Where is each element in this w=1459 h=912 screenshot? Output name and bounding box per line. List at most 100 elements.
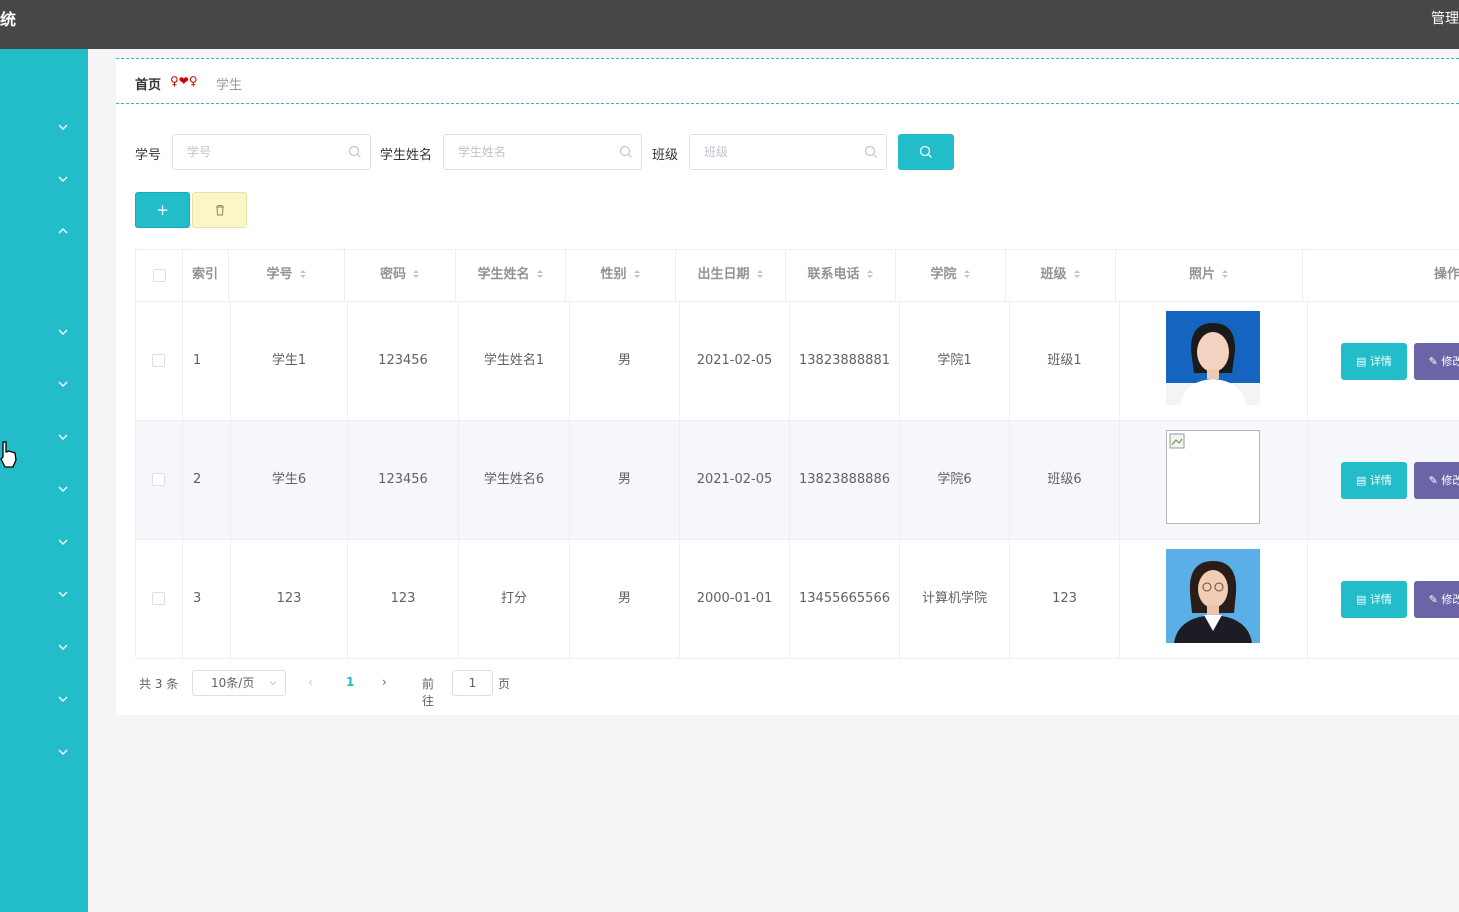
page-size-select[interactable]: 10条/页 xyxy=(192,670,286,696)
cell-phone: 13823888886 xyxy=(790,421,900,540)
cell-student-no: 学生1 xyxy=(231,302,348,421)
chevron-down-icon[interactable] xyxy=(56,172,70,186)
col-college[interactable]: 学院 xyxy=(896,250,1006,302)
select-all-cell xyxy=(136,250,183,302)
breadcrumb: 首页 ♀❤♀ 学生 xyxy=(116,58,1459,104)
row-select-cell xyxy=(136,540,183,659)
edit-button[interactable]: ✎ 修改 xyxy=(1414,581,1459,618)
student-name-input[interactable] xyxy=(444,135,641,169)
detail-button[interactable]: ▤ 详情 xyxy=(1341,581,1407,618)
cell-birth-date: 2000-01-01 xyxy=(680,540,790,659)
cell-student-name: 学生姓名1 xyxy=(459,302,570,421)
top-bar: 统 管理 xyxy=(0,0,1459,49)
admin-menu[interactable]: 管理 xyxy=(1431,8,1459,28)
hand-cursor-icon xyxy=(0,440,18,470)
student-no-input[interactable] xyxy=(173,135,370,169)
cell-index: 3 xyxy=(183,540,231,659)
delete-button[interactable] xyxy=(192,192,247,228)
next-page-button[interactable]: › xyxy=(382,675,387,689)
cell-student-name: 打分 xyxy=(459,540,570,659)
chevron-up-icon[interactable] xyxy=(56,224,70,238)
search-icon xyxy=(348,145,361,158)
cell-gender: 男 xyxy=(570,421,680,540)
col-photo[interactable]: 照片 xyxy=(1116,250,1303,302)
row-checkbox[interactable] xyxy=(152,473,165,486)
add-button[interactable]: + xyxy=(135,192,190,228)
chevron-down-icon[interactable] xyxy=(56,325,70,339)
chevron-down-icon[interactable] xyxy=(56,587,70,601)
prev-page-button[interactable]: ‹ xyxy=(308,675,313,689)
sort-icon[interactable] xyxy=(963,269,971,279)
cell-password: 123456 xyxy=(348,302,459,421)
chevron-down-icon[interactable] xyxy=(56,640,70,654)
table-header: 索引 学号 密码 学生姓名 性别 出生日期 联系电话 学院 班级 照片 操作 xyxy=(136,250,1459,302)
student-photo[interactable] xyxy=(1166,549,1260,643)
sort-icon[interactable] xyxy=(1221,269,1229,279)
broken-image[interactable] xyxy=(1166,430,1260,524)
page-unit-label: 页 xyxy=(498,677,511,691)
cell-class: 班级6 xyxy=(1010,421,1120,540)
sort-icon[interactable] xyxy=(412,269,420,279)
student-table: 索引 学号 密码 学生姓名 性别 出生日期 联系电话 学院 班级 照片 操作 1… xyxy=(135,249,1459,659)
cell-password: 123 xyxy=(348,540,459,659)
sort-icon[interactable] xyxy=(299,269,307,279)
col-birth-date[interactable]: 出生日期 xyxy=(676,250,786,302)
app-title: 统 xyxy=(0,10,17,29)
edit-button[interactable]: ✎ 修改 xyxy=(1414,462,1459,499)
col-student-no[interactable]: 学号 xyxy=(229,250,345,302)
sort-icon[interactable] xyxy=(866,269,874,279)
edit-button[interactable]: ✎ 修改 xyxy=(1414,343,1459,380)
row-checkbox[interactable] xyxy=(152,354,165,367)
col-password[interactable]: 密码 xyxy=(345,250,456,302)
row-checkbox[interactable] xyxy=(152,592,165,605)
search-icon xyxy=(619,145,632,158)
cell-actions: ▤ 详情 ✎ 修改 xyxy=(1308,302,1459,421)
table-row: 1 学生1 123456 学生姓名1 男 2021-02-05 13823888… xyxy=(136,302,1459,421)
chevron-down-icon[interactable] xyxy=(56,430,70,444)
student-name-label: 学生姓名 xyxy=(380,148,433,163)
col-actions: 操作 xyxy=(1433,267,1459,282)
class-field xyxy=(689,134,887,170)
goto-page-input[interactable]: 1 xyxy=(452,670,493,696)
page-number[interactable]: 1 xyxy=(346,675,354,689)
sort-icon[interactable] xyxy=(756,269,764,279)
student-photo[interactable] xyxy=(1166,311,1260,405)
search-button[interactable] xyxy=(898,134,954,170)
student-no-field xyxy=(172,134,371,170)
cell-class: 班级1 xyxy=(1010,302,1120,421)
col-gender[interactable]: 性别 xyxy=(566,250,676,302)
select-all-checkbox[interactable] xyxy=(153,269,166,282)
cell-birth-date: 2021-02-05 xyxy=(680,302,790,421)
cell-phone: 13823888881 xyxy=(790,302,900,421)
sort-icon[interactable] xyxy=(633,269,641,279)
cell-phone: 13455665566 xyxy=(790,540,900,659)
main-content: 首页 ♀❤♀ 学生 学号 学生姓名 班级 + 索引 学号 密码 学生姓名 性 xyxy=(116,58,1459,715)
cell-photo xyxy=(1120,540,1308,659)
table-row: 3 123 123 打分 男 2000-01-01 13455665566 计算… xyxy=(136,540,1459,659)
cell-photo xyxy=(1120,421,1308,540)
chevron-down-icon[interactable] xyxy=(56,692,70,706)
chevron-down-icon[interactable] xyxy=(56,535,70,549)
chevron-down-icon[interactable] xyxy=(56,377,70,391)
sidebar xyxy=(0,49,88,912)
breadcrumb-home[interactable]: 首页 xyxy=(135,74,161,93)
chevron-down-icon[interactable] xyxy=(56,482,70,496)
table-row: 2 学生6 123456 学生姓名6 男 2021-02-05 13823888… xyxy=(136,421,1459,540)
breadcrumb-current: 学生 xyxy=(216,78,243,93)
chevron-down-icon[interactable] xyxy=(56,120,70,134)
cell-photo xyxy=(1120,302,1308,421)
chevron-down-icon[interactable] xyxy=(56,745,70,759)
detail-button[interactable]: ▤ 详情 xyxy=(1341,462,1407,499)
cell-gender: 男 xyxy=(570,540,680,659)
col-phone[interactable]: 联系电话 xyxy=(786,250,896,302)
class-input[interactable] xyxy=(690,135,886,169)
sort-icon[interactable] xyxy=(1073,269,1081,279)
cell-actions: ▤ 详情 ✎ 修改 xyxy=(1308,421,1459,540)
cell-actions: ▤ 详情 ✎ 修改 xyxy=(1308,540,1459,659)
detail-button[interactable]: ▤ 详情 xyxy=(1341,343,1407,380)
class-label: 班级 xyxy=(652,148,679,163)
sort-icon[interactable] xyxy=(536,269,544,279)
col-class[interactable]: 班级 xyxy=(1006,250,1116,302)
cell-college: 学院6 xyxy=(900,421,1010,540)
col-student-name[interactable]: 学生姓名 xyxy=(456,250,566,302)
